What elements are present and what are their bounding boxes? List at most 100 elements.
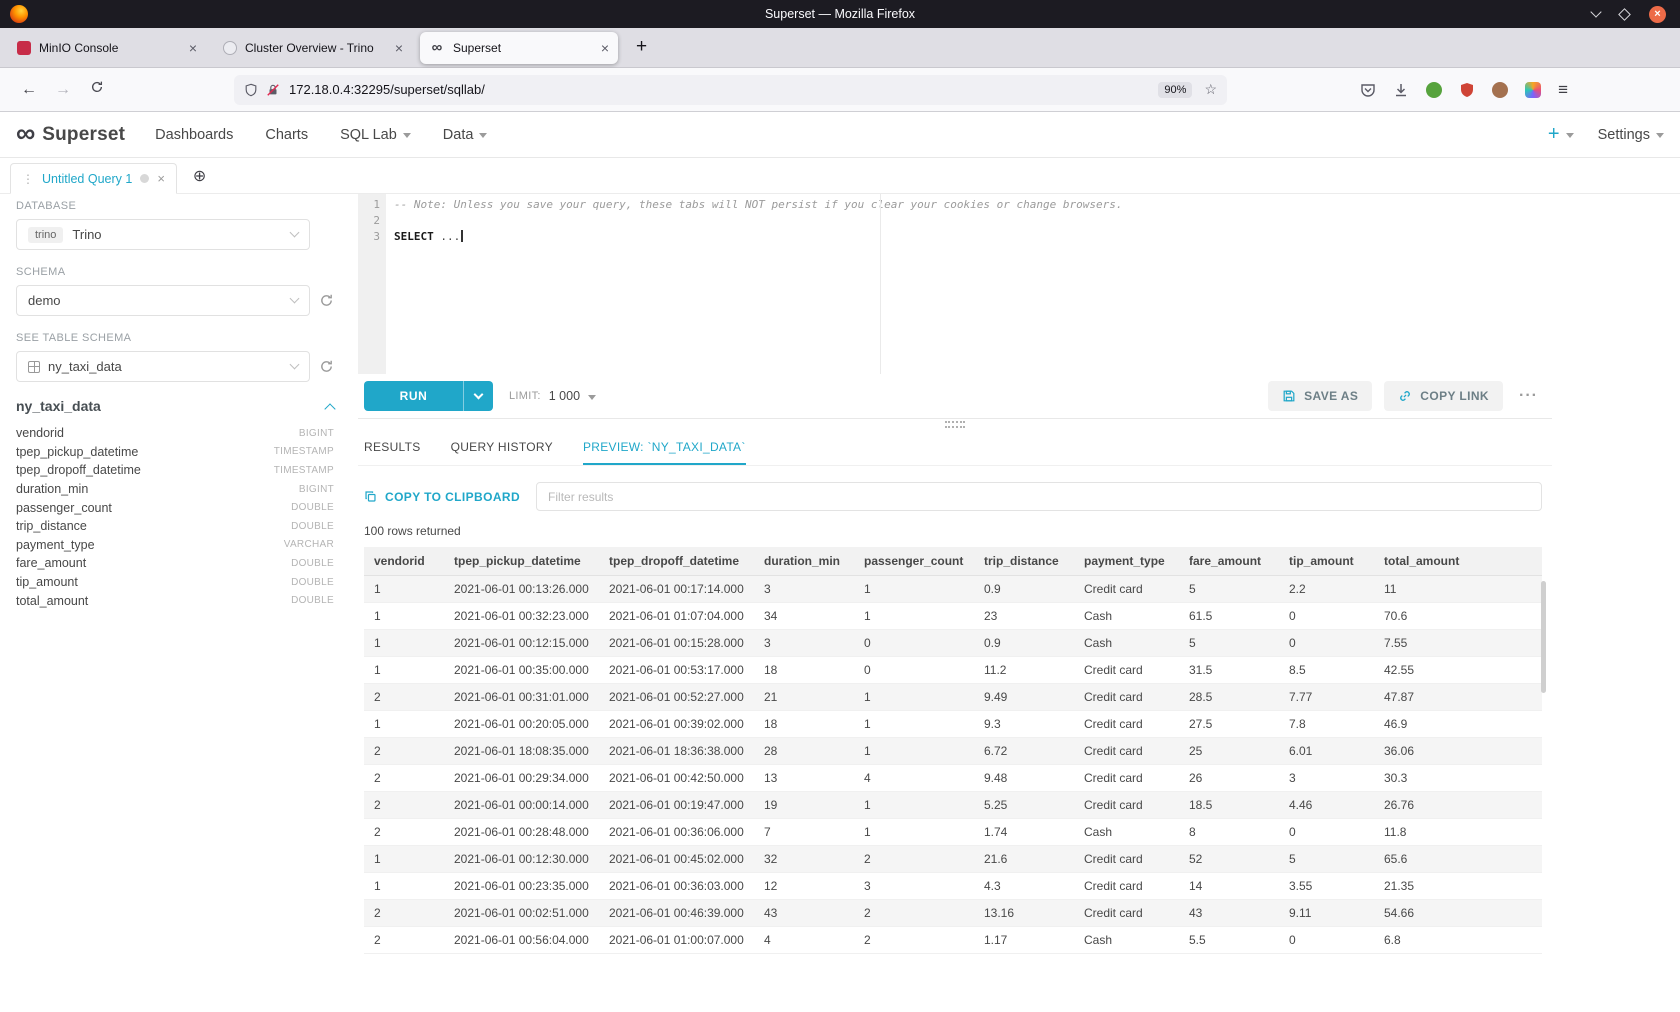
extension-green-icon[interactable]: [1426, 82, 1442, 98]
column-header[interactable]: total_amount: [1374, 547, 1542, 576]
new-item-button[interactable]: +: [1548, 126, 1574, 144]
table-schema-header[interactable]: ny_taxi_data: [16, 398, 342, 414]
table-cell: 2021-06-01 00:36:03.000: [599, 873, 754, 900]
settings-menu[interactable]: Settings: [1598, 127, 1664, 143]
column-header[interactable]: payment_type: [1074, 547, 1179, 576]
refresh-schemas-icon[interactable]: [319, 293, 334, 308]
table-cell: 2021-06-01 00:17:14.000: [599, 576, 754, 603]
shield-icon[interactable]: [244, 83, 258, 97]
browser-tab-title: Superset: [453, 41, 501, 55]
window-maximize-icon[interactable]: [1618, 8, 1631, 21]
bookmark-star-icon[interactable]: ☆: [1204, 81, 1217, 98]
column-header[interactable]: tip_amount: [1279, 547, 1374, 576]
new-tab-button[interactable]: +: [626, 36, 657, 60]
save-as-button[interactable]: SAVE AS: [1268, 381, 1372, 411]
table-cell: 1: [364, 873, 444, 900]
tab-close-icon[interactable]: ×: [595, 40, 609, 56]
table-row[interactable]: 12021-06-01 00:35:00.0002021-06-01 00:53…: [364, 657, 1542, 684]
column-type: DOUBLE: [291, 521, 334, 532]
column-name: total_amount: [16, 594, 88, 608]
run-options-button[interactable]: [463, 381, 493, 411]
browser-tab[interactable]: Cluster Overview - Trino×: [214, 32, 412, 64]
ublock-icon[interactable]: [1459, 82, 1475, 98]
table-select[interactable]: ny_taxi_data: [16, 351, 310, 382]
table-row[interactable]: 12021-06-01 00:12:15.0002021-06-01 00:15…: [364, 630, 1542, 657]
back-button[interactable]: ←: [12, 81, 46, 99]
table-row[interactable]: 12021-06-01 00:12:30.0002021-06-01 00:45…: [364, 846, 1542, 873]
table-scrollbar[interactable]: [1541, 581, 1546, 693]
zoom-indicator[interactable]: 90%: [1158, 82, 1192, 98]
column-header[interactable]: passenger_count: [854, 547, 974, 576]
browser-tab[interactable]: MinIO Console×: [8, 32, 206, 64]
nav-item-data[interactable]: Data: [443, 127, 488, 143]
add-query-tab-button[interactable]: ⊕: [193, 169, 206, 185]
refresh-tables-icon[interactable]: [319, 359, 334, 374]
database-select[interactable]: trino Trino: [16, 219, 310, 250]
table-cell: 2: [854, 927, 974, 954]
table-row[interactable]: 12021-06-01 00:13:26.0002021-06-01 00:17…: [364, 576, 1542, 603]
query-tab-close-icon[interactable]: ×: [157, 171, 165, 186]
results-tab[interactable]: PREVIEW: `NY_TAXI_DATA`: [583, 440, 746, 465]
reload-button[interactable]: [80, 80, 114, 99]
table-row[interactable]: 12021-06-01 00:32:23.0002021-06-01 01:07…: [364, 603, 1542, 630]
table-row[interactable]: 22021-06-01 00:29:34.0002021-06-01 00:42…: [364, 765, 1542, 792]
tab-close-icon[interactable]: ×: [389, 40, 403, 56]
table-row[interactable]: 22021-06-01 00:56:04.0002021-06-01 01:00…: [364, 927, 1542, 954]
limit-dropdown[interactable]: LIMIT: 1 000: [509, 389, 596, 403]
table-cell: 6.01: [1279, 738, 1374, 765]
url-bar[interactable]: 172.18.0.4:32295/superset/sqllab/ 90% ☆: [234, 75, 1227, 105]
menu-icon[interactable]: ≡: [1558, 80, 1568, 100]
table-row[interactable]: 22021-06-01 00:31:01.0002021-06-01 00:52…: [364, 684, 1542, 711]
column-header[interactable]: vendorid: [364, 547, 444, 576]
column-header[interactable]: trip_distance: [974, 547, 1074, 576]
extension-brown-icon[interactable]: [1492, 82, 1508, 98]
table-row[interactable]: 22021-06-01 00:02:51.0002021-06-01 00:46…: [364, 900, 1542, 927]
browser-tab[interactable]: ∞Superset×: [420, 32, 618, 64]
table-cell: 1: [364, 657, 444, 684]
chevron-down-icon: [479, 133, 487, 138]
window-close-icon[interactable]: ×: [1649, 6, 1666, 23]
downloads-icon[interactable]: [1393, 82, 1409, 98]
forward-button[interactable]: →: [46, 81, 80, 99]
table-cell: 2.2: [1279, 576, 1374, 603]
column-header[interactable]: duration_min: [754, 547, 854, 576]
window-minimize-icon[interactable]: [1590, 6, 1601, 17]
schema-select[interactable]: demo: [16, 285, 310, 316]
table-cell: 2021-06-01 00:52:27.000: [599, 684, 754, 711]
table-cell: 2021-06-01 00:20:05.000: [444, 711, 599, 738]
pane-splitter[interactable]: [358, 418, 1552, 430]
superset-logo[interactable]: ∞ Superset: [16, 123, 125, 147]
sql-editor[interactable]: 123 -- Note: Unless you save your query,…: [358, 194, 1552, 374]
run-button[interactable]: RUN: [364, 381, 463, 411]
table-cell: 54.66: [1374, 900, 1542, 927]
pocket-icon[interactable]: [1360, 82, 1376, 98]
toolbar-extensions: ≡: [1360, 80, 1568, 100]
copy-link-button[interactable]: COPY LINK: [1384, 381, 1503, 411]
column-header[interactable]: fare_amount: [1179, 547, 1279, 576]
nav-item-dashboards[interactable]: Dashboards: [155, 127, 233, 143]
table-row[interactable]: 22021-06-01 00:28:48.0002021-06-01 00:36…: [364, 819, 1542, 846]
column-header[interactable]: tpep_pickup_datetime: [444, 547, 599, 576]
results-tab[interactable]: QUERY HISTORY: [451, 440, 553, 465]
filter-results-input[interactable]: [536, 482, 1542, 511]
lock-insecure-icon[interactable]: [266, 83, 280, 97]
query-tab[interactable]: ⋮ Untitled Query 1 ×: [10, 163, 177, 194]
more-options-button[interactable]: ···: [1515, 387, 1542, 405]
table-row[interactable]: 22021-06-01 00:00:14.0002021-06-01 00:19…: [364, 792, 1542, 819]
chevron-down-icon: [403, 133, 411, 138]
table-row[interactable]: 22021-06-01 18:08:35.0002021-06-01 18:36…: [364, 738, 1542, 765]
table-cell: 70.6: [1374, 603, 1542, 630]
table-row[interactable]: 12021-06-01 00:23:35.0002021-06-01 00:36…: [364, 873, 1542, 900]
limit-label: LIMIT:: [509, 390, 541, 402]
tab-close-icon[interactable]: ×: [183, 40, 197, 56]
nav-item-charts[interactable]: Charts: [265, 127, 308, 143]
copy-to-clipboard-button[interactable]: COPY TO CLIPBOARD: [364, 490, 520, 504]
results-tab[interactable]: RESULTS: [364, 440, 421, 465]
table-row[interactable]: 12021-06-01 00:20:05.0002021-06-01 00:39…: [364, 711, 1542, 738]
nav-item-sql-lab[interactable]: SQL Lab: [340, 127, 411, 143]
query-tab-title: Untitled Query 1: [42, 172, 132, 186]
table-cell: 2021-06-01 00:23:35.000: [444, 873, 599, 900]
chevron-up-icon[interactable]: [324, 403, 335, 414]
column-header[interactable]: tpep_dropoff_datetime: [599, 547, 754, 576]
extension-colorful-icon[interactable]: [1525, 82, 1541, 98]
